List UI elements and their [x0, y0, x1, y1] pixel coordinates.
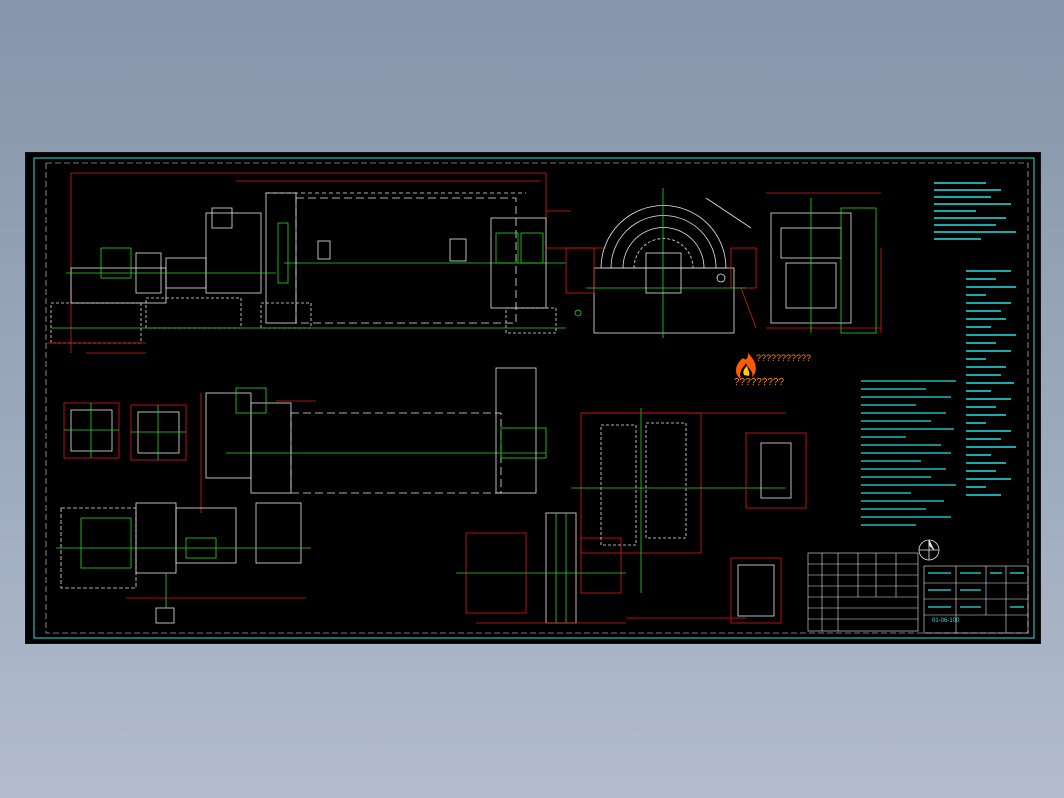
- technical-notes-middle: [861, 380, 956, 526]
- drawing-frame-outer: [33, 157, 1035, 639]
- section-view-center: [571, 408, 807, 619]
- title-block-label: 01-06-100: [932, 618, 960, 624]
- mill-plan-view: [200, 367, 547, 513]
- watermark-label: ???????????: [756, 353, 812, 363]
- north-arrow-icon: [918, 539, 940, 561]
- small-detail-bottom: [730, 557, 782, 624]
- drive-arrangement-plan: [56, 502, 311, 624]
- drawing-frame-inner: [45, 162, 1029, 634]
- title-block-text: [928, 572, 1024, 608]
- cad-drawing-canvas: [33, 157, 1035, 639]
- gear-detail-view: [456, 512, 626, 624]
- foundation-detail-views: [63, 402, 187, 461]
- technical-notes-top: [934, 182, 1016, 240]
- flame-logo-icon: [735, 353, 756, 379]
- parts-text-column: [966, 270, 1016, 496]
- parts-table: [807, 552, 919, 632]
- cad-drawing-viewport[interactable]: ??????????? ????????? 01-06-100: [25, 152, 1041, 644]
- watermark-caption: ?????????: [734, 377, 785, 388]
- bearing-end-view: [766, 192, 882, 334]
- mill-end-view: [565, 188, 757, 338]
- mill-side-elevation: [46, 172, 606, 354]
